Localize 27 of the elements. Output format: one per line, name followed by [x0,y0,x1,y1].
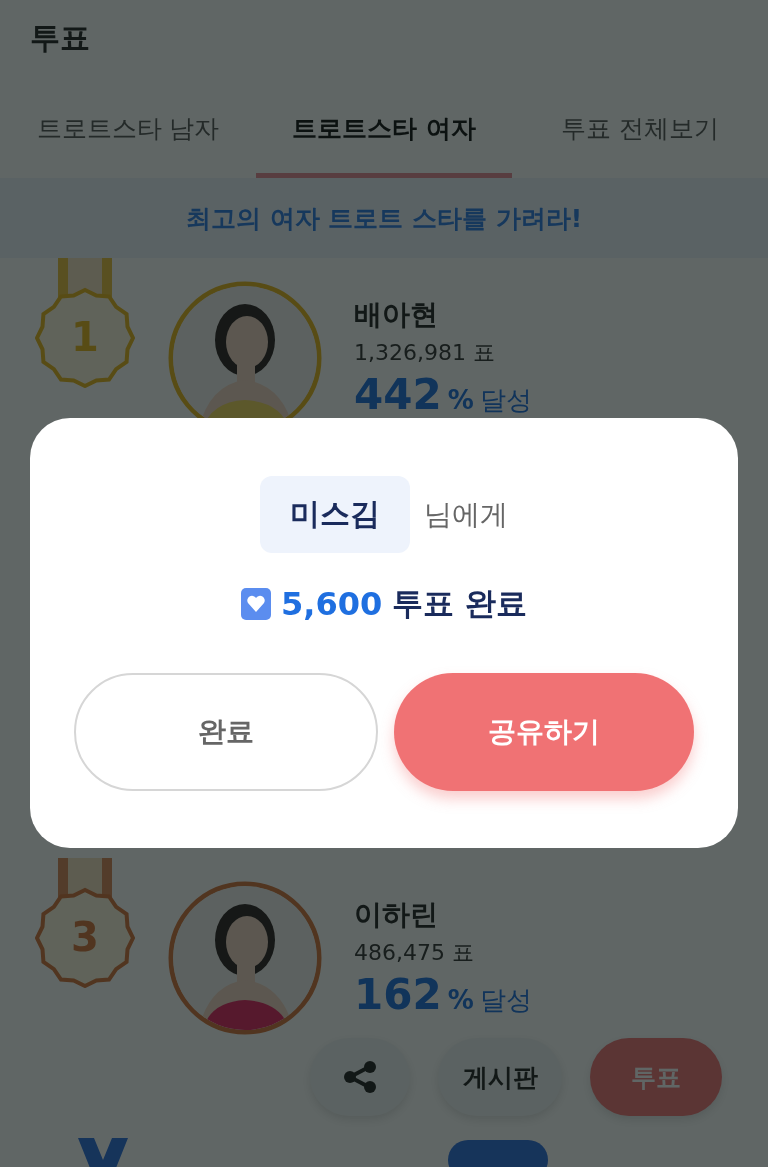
category-tab[interactable]: 투표 전체보기 [512,106,768,178]
percent-value: 442 [354,370,442,419]
percent-sign: % [447,985,474,1015]
rank-number: 1 [70,314,100,360]
achieved-label: 달성 [479,984,532,1017]
singer-name: 배아현 [354,297,439,333]
recipient-suffix: 님에게 [424,496,508,533]
rank-number: 3 [70,914,100,960]
percent-value: 162 [354,970,442,1019]
share-button[interactable]: 공유하기 [394,673,694,791]
recipient-name: 미스김 [260,476,410,553]
done-button[interactable]: 완료 [74,673,378,791]
vote-count: 486,475 표 [354,939,475,967]
singer-name: 이하린 [354,897,439,933]
medal-icon [35,258,135,388]
result-text: 투표 완료 [392,584,527,623]
vote-count: 1,326,981 표 [354,339,496,367]
board-button[interactable]: 게시판 [438,1038,562,1116]
percent-sign: % [447,385,474,415]
ribbon-icon [78,1138,128,1167]
achieved-label: 달성 [479,384,532,417]
vote-amount: 5,600 [281,585,383,623]
medal-icon [35,858,135,988]
banner-text: 최고의 여자 트로트 스타를 가려라! [185,202,583,235]
share-icon [343,1061,377,1093]
category-tab[interactable]: 트로트스타 남자 [0,106,256,178]
page-title: 투표 [30,19,91,57]
